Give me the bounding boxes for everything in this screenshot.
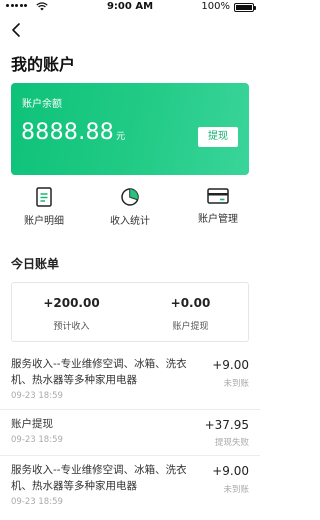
transaction-date: 09-23 18:59 — [11, 497, 63, 507]
battery-percentage: 100% — [201, 1, 230, 12]
withdraw-button[interactable]: 提现 — [198, 127, 238, 147]
transaction-description: 账户提现 — [11, 418, 53, 430]
balance-value: 8888.88 — [21, 120, 115, 145]
transaction-row[interactable]: 账户提现 09-23 18:59 +37.95 提现失败 — [0, 410, 260, 456]
transaction-status: 未到账 — [223, 485, 249, 495]
transaction-row[interactable]: 服务收入--专业维修空调、冰箱、洗衣机、热水器等多种家用电器 09-23 18:… — [0, 456, 260, 520]
balance-card: 账户余额 8888.88 元 提现 — [11, 83, 249, 175]
page-title: 我的账户 — [11, 55, 76, 74]
transaction-amount: +37.95 — [204, 418, 249, 432]
summary-value: +200.00 — [43, 296, 100, 310]
transaction-list: 服务收入--专业维修空调、冰箱、洗衣机、热水器等多种家用电器 09-23 18:… — [0, 350, 260, 520]
summary-label: 账户提现 — [172, 322, 209, 332]
transaction-status: 未到账 — [223, 379, 249, 389]
balance-unit: 元 — [116, 132, 126, 142]
transaction-date: 09-23 18:59 — [11, 391, 63, 401]
transaction-amount: +9.00 — [212, 358, 249, 372]
back-arrow-icon[interactable] — [10, 22, 24, 38]
shortcut-label: 账户明细 — [24, 216, 64, 227]
summary-expected-income: +200.00 预计收入 — [12, 283, 131, 343]
card-icon — [207, 188, 229, 204]
status-bar: 9:00 AM 100% — [0, 0, 260, 14]
shortcut-bar: 账户明细 收入统计 账户管理 — [0, 183, 260, 231]
document-list-icon — [36, 187, 52, 207]
section-title-today-bill: 今日账单 — [11, 257, 60, 271]
shortcut-label: 收入统计 — [110, 216, 150, 227]
transaction-description: 服务收入--专业维修空调、冰箱、洗衣机、热水器等多种家用电器 — [11, 464, 187, 492]
shortcut-account-details[interactable]: 账户明细 — [9, 183, 79, 231]
shortcut-account-management[interactable]: 账户管理 — [183, 183, 253, 231]
shortcut-label: 账户管理 — [198, 214, 238, 225]
transaction-status: 提现失败 — [214, 438, 249, 448]
transaction-amount: +9.00 — [212, 464, 249, 478]
balance-label: 账户余额 — [22, 99, 62, 110]
transaction-row[interactable]: 服务收入--专业维修空调、冰箱、洗衣机、热水器等多种家用电器 09-23 18:… — [0, 350, 260, 410]
transaction-date: 09-23 18:59 — [11, 435, 63, 445]
today-summary-card: +200.00 预计收入 +0.00 账户提现 — [11, 282, 249, 342]
summary-value: +0.00 — [170, 296, 211, 310]
battery-icon — [234, 3, 256, 12]
summary-account-withdrawal: +0.00 账户提现 — [131, 283, 250, 343]
shortcut-income-stats[interactable]: 收入统计 — [95, 183, 165, 231]
summary-label: 预计收入 — [53, 322, 90, 332]
transaction-description: 服务收入--专业维修空调、冰箱、洗衣机、热水器等多种家用电器 — [11, 358, 187, 386]
pie-chart-icon — [121, 188, 139, 206]
balance-amount: 8888.88 元 — [21, 120, 125, 145]
